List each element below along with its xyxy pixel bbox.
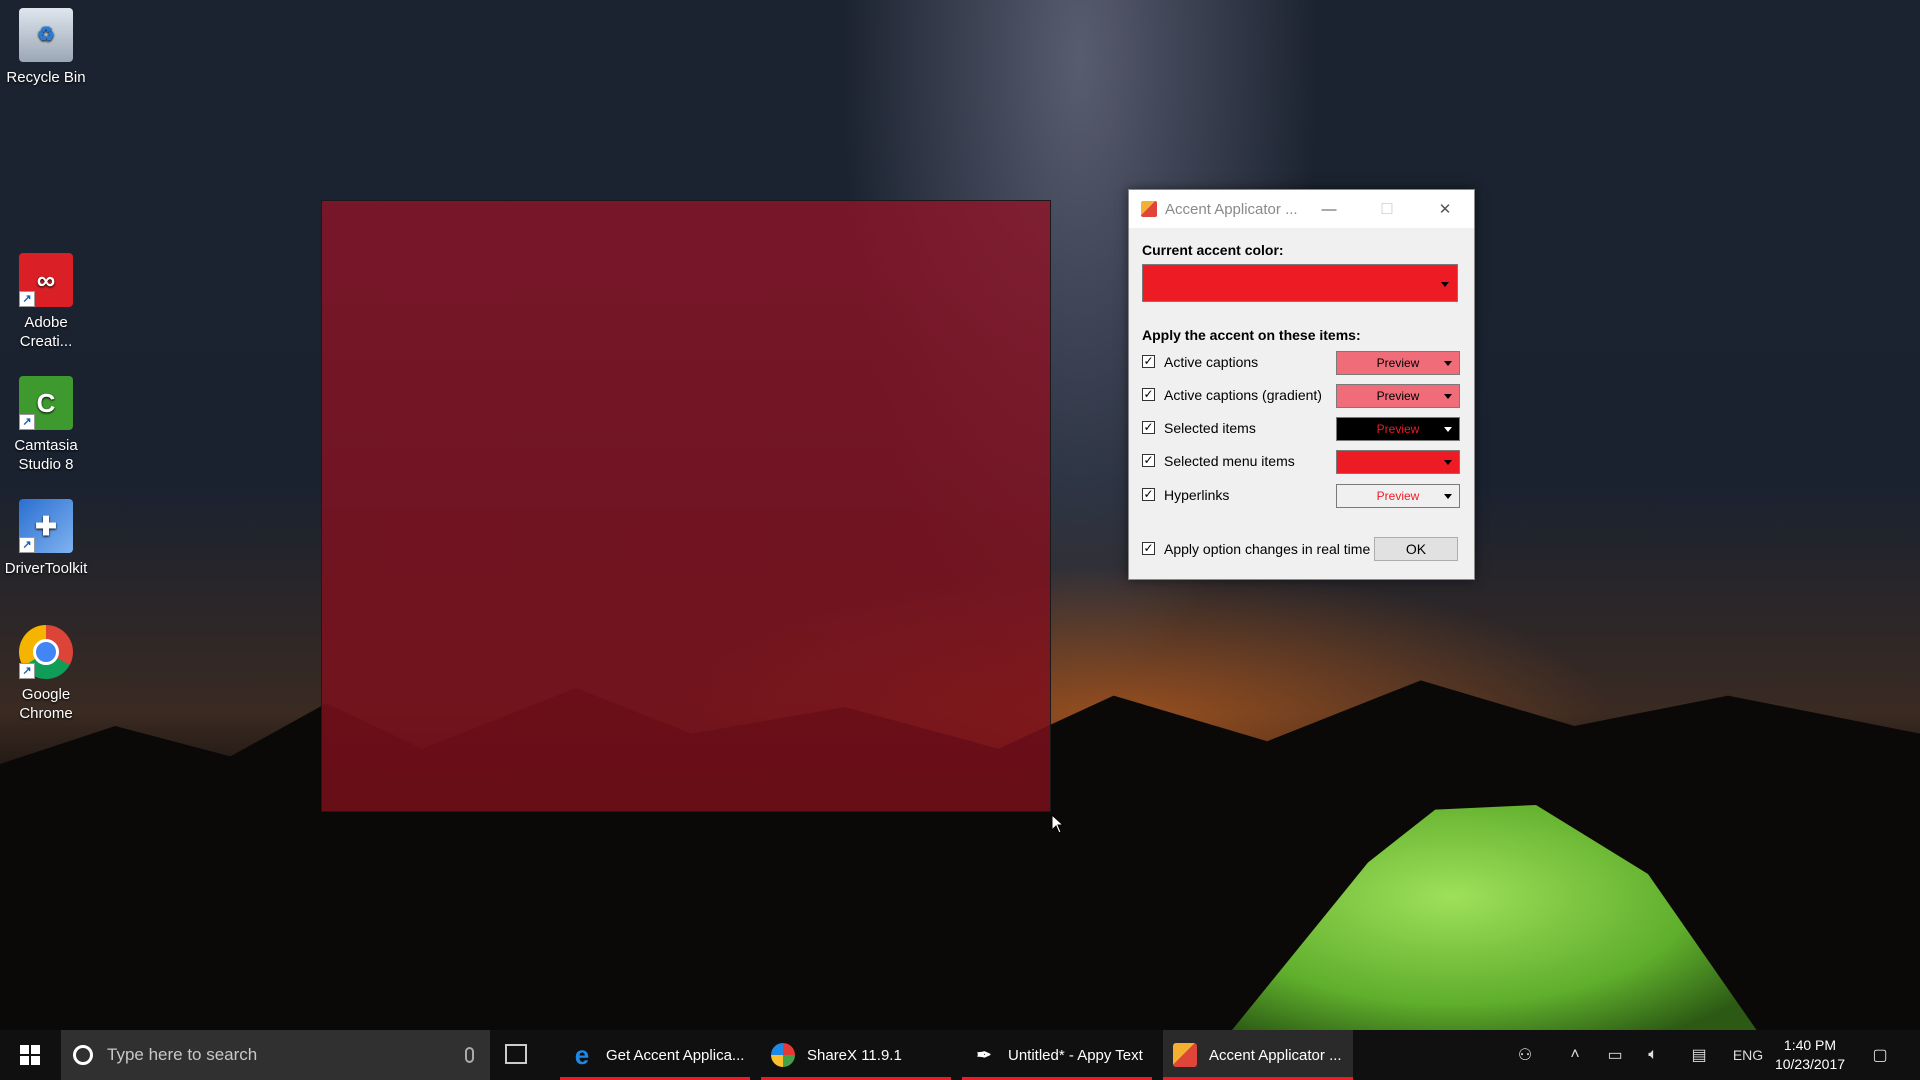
close-button[interactable]: ✕ (1416, 190, 1474, 228)
apply-items-label: Apply the accent on these items: (1142, 327, 1361, 343)
accent-color-dropdown[interactable] (1142, 264, 1458, 302)
item-label: Selected menu items (1164, 453, 1295, 469)
desktop-icon-label: Google Chrome (19, 686, 73, 722)
shortcut-arrow-icon: ↗ (19, 414, 35, 430)
hyperlinks-color-dropdown[interactable]: Preview (1336, 484, 1460, 508)
taskbar: Type here to search e Get Accent Applica… (0, 1030, 1920, 1080)
shortcut-arrow-icon: ↗ (19, 663, 35, 679)
chrome-icon: ↗ (19, 625, 73, 679)
desktop-icon-label: Recycle Bin (6, 69, 86, 86)
selected-menu-items-color-dropdown[interactable] (1336, 450, 1460, 474)
battery-icon[interactable]: ▭ (1600, 1030, 1630, 1080)
selected-items-checkbox[interactable]: ✓ (1142, 421, 1155, 434)
mouse-cursor-icon (1051, 814, 1065, 834)
desktop-icon-adobe[interactable]: ∞ ↗ Adobe Creati... (4, 253, 88, 351)
clock-date: 10/23/2017 (1774, 1056, 1846, 1072)
taskbar-app-accent-applicator[interactable]: Accent Applicator ... (1163, 1030, 1353, 1080)
ok-button[interactable]: OK (1374, 537, 1458, 561)
task-view-icon[interactable] (505, 1044, 527, 1064)
taskbar-search-box[interactable]: Type here to search (61, 1030, 490, 1080)
clock-time: 1:40 PM (1783, 1037, 1837, 1053)
accent-overlay-window (321, 200, 1051, 812)
desktop-icon-label: Camtasia Studio 8 (14, 437, 78, 473)
item-row-selected-items: ✓ Selected items Preview (1142, 417, 1460, 441)
selected-menu-items-checkbox[interactable]: ✓ (1142, 454, 1155, 467)
chevron-down-icon (1444, 494, 1452, 499)
start-button[interactable] (0, 1030, 60, 1080)
hyperlinks-checkbox[interactable]: ✓ (1142, 488, 1155, 501)
item-label: Active captions (1164, 354, 1259, 370)
shortcut-arrow-icon: ↗ (19, 291, 35, 307)
action-center-icon[interactable]: ▢ (1865, 1030, 1895, 1080)
chevron-down-icon (1444, 427, 1452, 432)
accent-applicator-icon (1173, 1043, 1197, 1067)
accent-applicator-icon (1141, 201, 1157, 217)
taskbar-app-label: Get Accent Applica... (606, 1046, 745, 1064)
language-indicator[interactable]: ENG (1728, 1030, 1768, 1080)
camtasia-icon: C ↗ (19, 376, 73, 430)
taskbar-app-edge[interactable]: e Get Accent Applica... (560, 1030, 750, 1080)
desktop-icon-recycle-bin[interactable]: ♻ Recycle Bin (4, 8, 88, 87)
item-row-active-captions: ✓ Active captions Preview (1142, 351, 1460, 375)
chevron-up-icon[interactable]: ˄ (1560, 1030, 1590, 1080)
desktop-icon-drivertoolkit[interactable]: ✚ ↗ DriverToolkit (4, 499, 88, 578)
display-icon[interactable]: ▤ (1684, 1030, 1714, 1080)
cortana-icon (73, 1045, 93, 1065)
dialog-titlebar[interactable]: Accent Applicator ... — ☐ ✕ (1129, 190, 1474, 228)
preview-text: Preview (1376, 422, 1420, 436)
item-row-hyperlinks: ✓ Hyperlinks Preview (1142, 484, 1460, 508)
search-placeholder: Type here to search (107, 1045, 258, 1064)
item-row-active-captions-gradient: ✓ Active captions (gradient) Preview (1142, 384, 1460, 408)
desktop-icon-label: Adobe Creati... (19, 314, 73, 350)
active-captions-checkbox[interactable]: ✓ (1142, 355, 1155, 368)
item-label: Active captions (gradient) (1164, 387, 1322, 403)
accent-applicator-dialog: Accent Applicator ... — ☐ ✕ Current acce… (1128, 189, 1475, 580)
desktop-icon-label: DriverToolkit (4, 560, 88, 577)
preview-text: Preview (1376, 389, 1420, 403)
recycle-bin-icon: ♻ (19, 8, 73, 62)
chevron-down-icon (1444, 394, 1452, 399)
item-label: Selected items (1164, 420, 1256, 436)
taskbar-app-label: Accent Applicator ... (1209, 1046, 1342, 1064)
active-captions-gradient-color-dropdown[interactable]: Preview (1336, 384, 1460, 408)
taskbar-app-appy-text[interactable]: ✒ Untitled* - Appy Text (962, 1030, 1152, 1080)
selected-items-color-dropdown[interactable]: Preview (1336, 417, 1460, 441)
windows-logo-icon (20, 1045, 40, 1065)
preview-text: Preview (1376, 489, 1420, 503)
edge-icon: e (574, 1039, 590, 1070)
appy-text-icon: ✒ (976, 1044, 992, 1065)
clock[interactable]: 1:40 PM 10/23/2017 (1765, 1036, 1855, 1074)
taskbar-app-label: ShareX 11.9.1 (807, 1046, 902, 1064)
desktop-icon-chrome[interactable]: ↗ Google Chrome (4, 625, 88, 723)
sharex-icon (771, 1043, 795, 1067)
chevron-down-icon (1444, 361, 1452, 366)
active-captions-color-dropdown[interactable]: Preview (1336, 351, 1460, 375)
volume-icon[interactable]: 🔈︎ (1638, 1030, 1668, 1080)
active-captions-gradient-checkbox[interactable]: ✓ (1142, 388, 1155, 401)
chevron-down-icon (1444, 460, 1452, 465)
taskbar-app-sharex[interactable]: ShareX 11.9.1 (761, 1030, 951, 1080)
minimize-button[interactable]: — (1300, 190, 1358, 228)
maximize-button: ☐ (1380, 201, 1394, 218)
preview-text: Preview (1376, 356, 1420, 370)
chevron-down-icon (1441, 282, 1449, 287)
realtime-checkbox[interactable]: ✓ (1142, 542, 1155, 555)
item-label: Hyperlinks (1164, 487, 1230, 503)
current-accent-label: Current accent color: (1142, 242, 1284, 258)
adobe-creative-cloud-icon: ∞ ↗ (19, 253, 73, 307)
item-row-selected-menu-items: ✓ Selected menu items (1142, 450, 1460, 474)
desktop-icon-camtasia[interactable]: C ↗ Camtasia Studio 8 (4, 376, 88, 474)
microphone-icon[interactable] (465, 1047, 474, 1063)
realtime-label: Apply option changes in real time (1164, 541, 1371, 557)
shortcut-arrow-icon: ↗ (19, 537, 35, 553)
people-icon[interactable]: ⚇ (1510, 1030, 1540, 1080)
drivertoolkit-icon: ✚ ↗ (19, 499, 73, 553)
dialog-title: Accent Applicator ... (1165, 200, 1298, 218)
realtime-row: ✓ Apply option changes in real time (1142, 538, 1372, 562)
taskbar-app-label: Untitled* - Appy Text (1008, 1046, 1143, 1064)
